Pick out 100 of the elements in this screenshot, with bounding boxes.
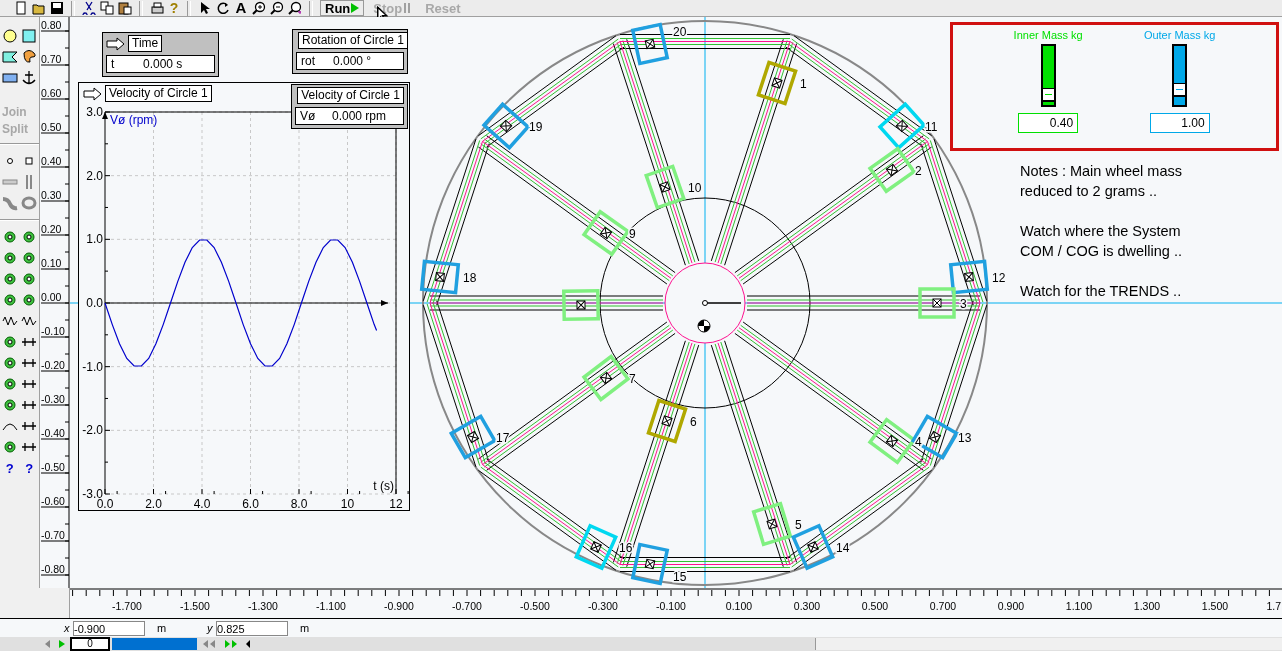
mass-block[interactable]: [630, 22, 670, 66]
ruler-label: -0.300: [588, 600, 618, 612]
new-file-icon[interactable]: [14, 1, 28, 15]
pause-icon: [403, 3, 412, 13]
arrow-icon[interactable]: [106, 36, 126, 51]
play-icon: [351, 3, 360, 13]
query-tool-icon[interactable]: ?: [5, 460, 14, 476]
query-tool-icon[interactable]: ?: [25, 460, 34, 476]
mass-block[interactable]: [419, 259, 461, 295]
mass-block[interactable]: [481, 101, 531, 151]
rotation-meter[interactable]: Rotation of Circle 1 rot 0.000 °: [292, 29, 408, 74]
zoom-in-icon[interactable]: [252, 1, 266, 15]
ruler-label: -0.50: [41, 461, 65, 473]
mass-block[interactable]: [646, 398, 688, 444]
time-meter[interactable]: Time t 0.000 s: [102, 32, 219, 77]
ruler-label: -0.500: [520, 600, 550, 612]
tick-label: 0.0: [86, 296, 103, 310]
block-number: 15: [673, 570, 687, 584]
mass-block[interactable]: [948, 259, 990, 295]
rigid-joint-icon[interactable]: [21, 229, 38, 245]
anchor-icon[interactable]: [21, 70, 38, 86]
mass-block[interactable]: [910, 413, 960, 461]
copy-icon[interactable]: [100, 1, 114, 15]
velocity-meter[interactable]: Velocity of Circle 1 Vø 0.000 rpm: [291, 84, 408, 129]
horizontal-scrollbar[interactable]: [815, 638, 1282, 650]
text-tool-icon[interactable]: A: [234, 1, 248, 15]
circle-icon[interactable]: [1, 28, 18, 44]
ruler-label: 1.100: [1065, 600, 1093, 612]
vertical-rigid-joint-icon[interactable]: [21, 271, 38, 287]
slider-thumb[interactable]: [1173, 83, 1187, 97]
ring-icon[interactable]: [21, 195, 38, 211]
meter-value: 0.000 rpm: [332, 109, 387, 123]
tick-label: 4.0: [193, 497, 211, 511]
block-number: 10: [688, 181, 702, 195]
polygon-icon[interactable]: [1, 49, 18, 65]
slider-label: Outer Mass kg: [1143, 29, 1216, 41]
ruler-label: 0.900: [997, 600, 1025, 612]
zoom-out-icon[interactable]: [270, 1, 284, 15]
zoom-fit-icon[interactable]: [288, 1, 302, 15]
rectangle-icon[interactable]: [1, 70, 18, 86]
tick-label: 8.0: [290, 497, 308, 511]
blob-icon[interactable]: [21, 49, 38, 65]
ruler-label: 0.70: [41, 53, 62, 65]
open-folder-icon[interactable]: [32, 1, 46, 15]
run-button[interactable]: Run: [320, 0, 365, 16]
arrow-icon[interactable]: [83, 86, 103, 101]
tick-label: -1.0: [82, 359, 103, 374]
ruler-label: -1.100: [316, 600, 346, 612]
y-coordinate-field[interactable]: 0.825: [216, 620, 288, 636]
ruler-label: -0.30: [41, 393, 65, 405]
axis-label: t (s): [373, 479, 394, 493]
slider-thumb[interactable]: [1041, 88, 1055, 102]
rotate-icon[interactable]: [216, 1, 230, 15]
tick-label: -2.0: [82, 423, 103, 438]
pin-joint-icon[interactable]: [1, 229, 18, 245]
frame-field[interactable]: 0: [70, 637, 110, 651]
slider-joint-icon[interactable]: [1, 250, 18, 266]
square-icon[interactable]: [21, 28, 38, 44]
ruler-label: -0.20: [41, 359, 65, 371]
ruler-label: -0.100: [656, 600, 686, 612]
tick-label: 12: [389, 497, 403, 511]
print-icon[interactable]: [150, 1, 164, 15]
ruler-label: 0.30: [41, 189, 62, 201]
note-text: Watch where the System COM / COG is dwelling ..: [1020, 222, 1183, 261]
slider-track[interactable]: [1040, 44, 1056, 107]
value-field[interactable]: 1.00: [1149, 113, 1210, 133]
ruler-label: 1.300: [1133, 600, 1161, 612]
slider-track[interactable]: [1172, 44, 1188, 107]
tick-label: 3.0: [86, 105, 103, 119]
block-number: 17: [496, 431, 510, 445]
square-slider-joint-icon[interactable]: [21, 250, 38, 266]
meter-value: 0.000 s: [143, 57, 183, 71]
ruler-label: 0.100: [725, 600, 753, 612]
mass-block[interactable]: [630, 542, 670, 586]
ruler-label: -0.900: [384, 600, 414, 612]
value-field[interactable]: 0.40: [1018, 113, 1079, 133]
mass-block[interactable]: [573, 523, 619, 571]
ruler-label: -1.700: [112, 600, 142, 612]
block-number: 3: [960, 297, 967, 311]
vertical-joint-icon[interactable]: [1, 271, 18, 287]
x-coordinate-field[interactable]: -0.900: [73, 620, 145, 636]
tick-label: 2.0: [86, 168, 103, 183]
mass-block[interactable]: [448, 413, 498, 461]
block-number: 13: [958, 431, 972, 445]
pointer-icon[interactable]: [198, 1, 212, 15]
paste-icon[interactable]: [118, 1, 132, 15]
ruler-label: 0.500: [861, 600, 889, 612]
cut-icon[interactable]: [82, 1, 96, 15]
tick-label: 2.0: [145, 497, 162, 511]
mass-block[interactable]: [756, 60, 798, 106]
save-icon[interactable]: [50, 1, 64, 15]
tick-label: 1.0: [86, 232, 103, 247]
ruler-label: -1.500: [180, 600, 210, 612]
block-number: 5: [795, 518, 802, 532]
ruler-label: 0.60: [41, 87, 62, 99]
ruler-label: 0.40: [41, 155, 62, 167]
slider-label: Inner Mass kg: [1013, 29, 1083, 41]
note-text: Watch for the TRENDS ..: [1020, 282, 1183, 301]
curved-slot-icon[interactable]: [1, 195, 18, 211]
mass-block[interactable]: [877, 101, 927, 151]
